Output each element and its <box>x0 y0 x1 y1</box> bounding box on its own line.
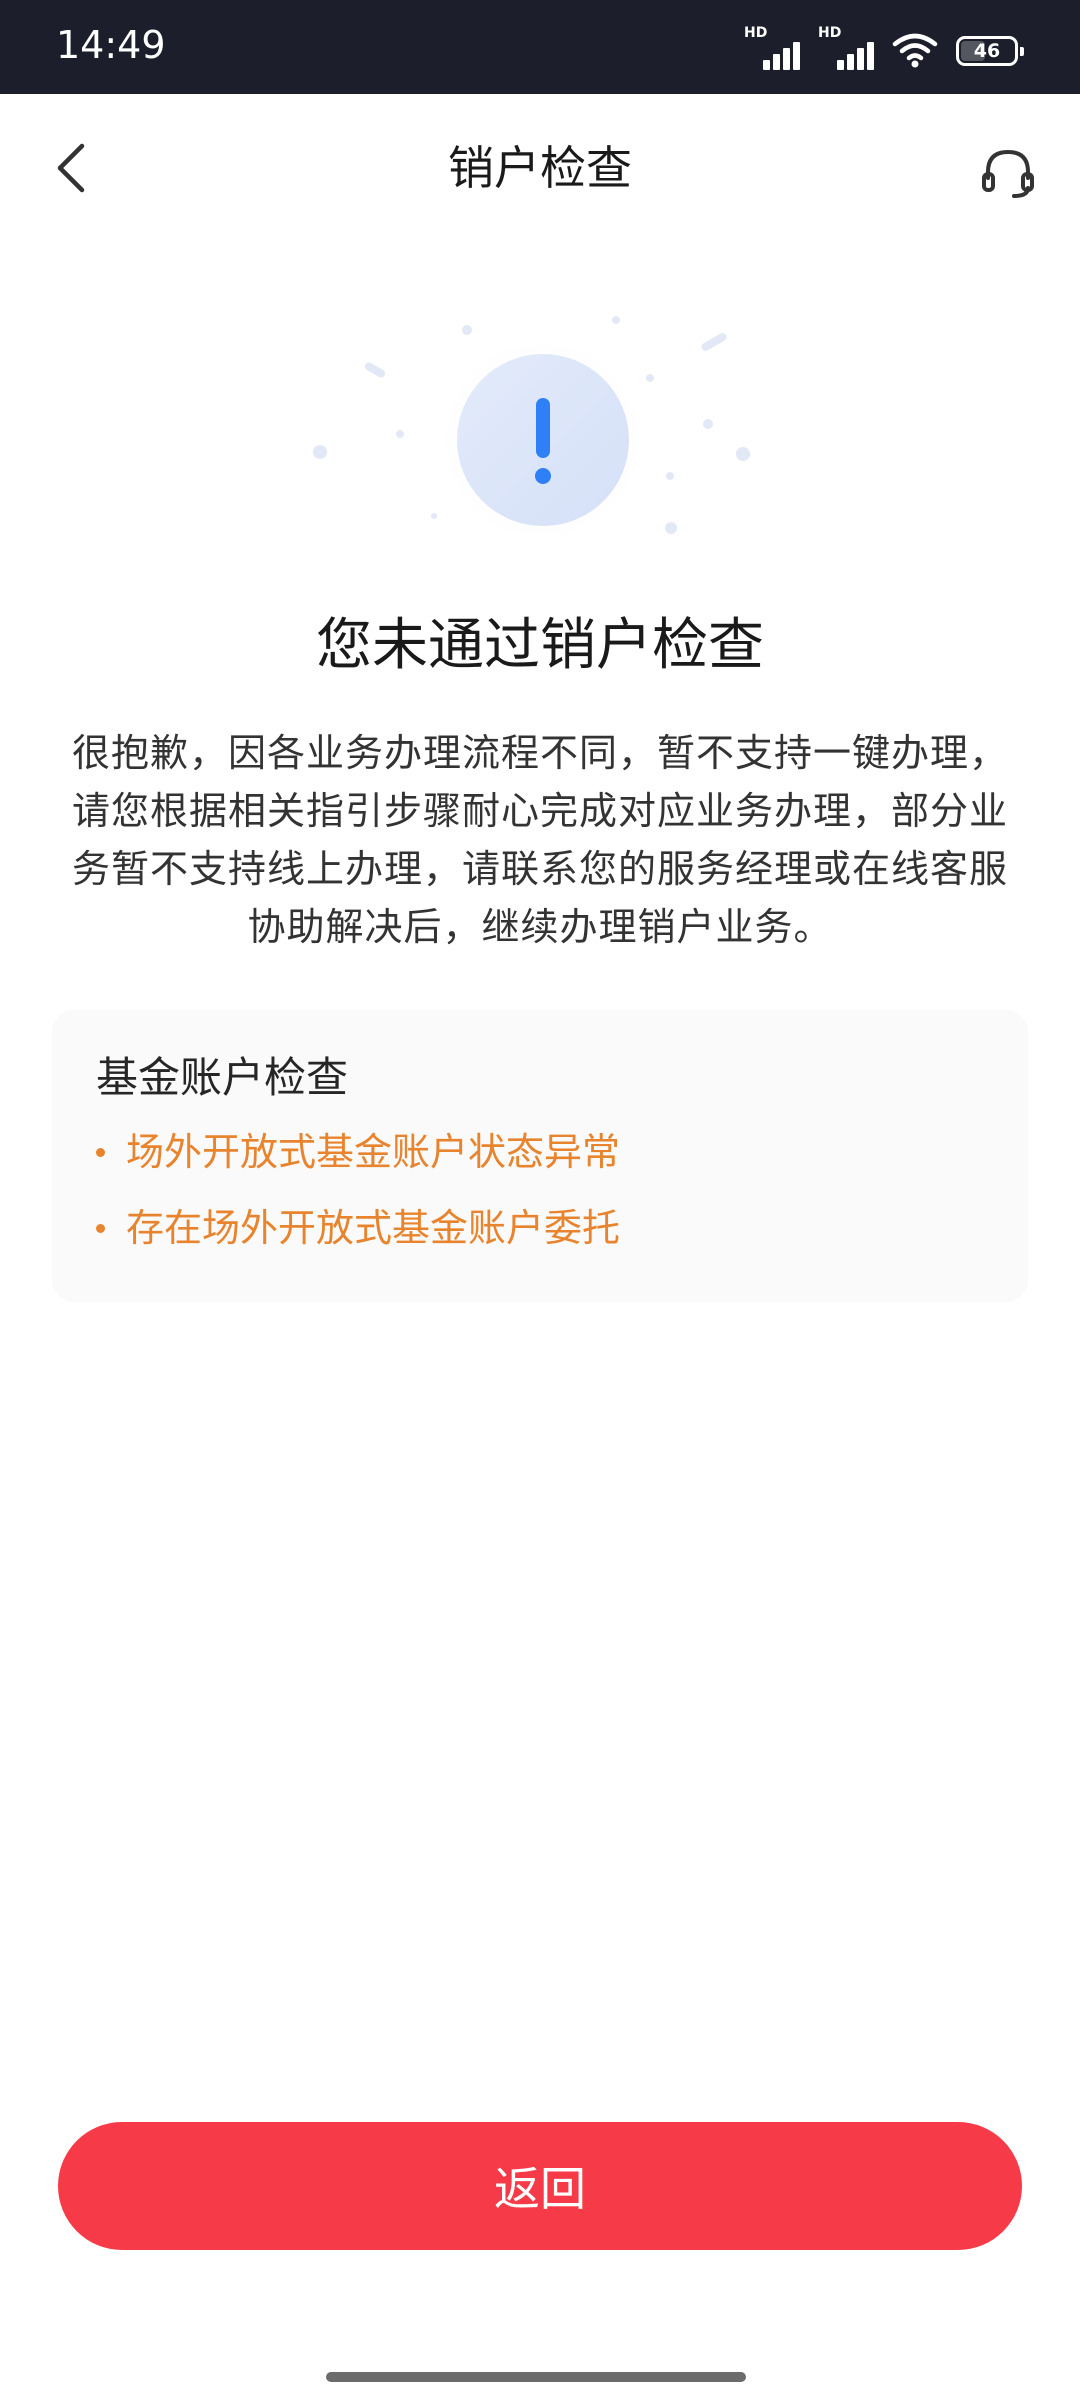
battery-level-text: 46 <box>973 39 1001 62</box>
status-icons: HD HD 46 <box>744 26 1024 70</box>
bullet-icon <box>96 1224 105 1233</box>
status-time: 14:49 <box>56 23 166 67</box>
headset-icon[interactable] <box>980 144 1036 200</box>
cellular-signal-icon: HD <box>818 26 874 70</box>
fund-account-check-card: 基金账户检查 场外开放式基金账户状态异常 存在场外开放式基金账户委托 <box>52 1010 1028 1302</box>
return-button[interactable]: 返回 <box>58 2122 1022 2250</box>
bullet-icon <box>96 1148 105 1157</box>
status-bar: 14:49 HD HD 46 <box>0 0 1080 94</box>
battery-icon: 46 <box>956 36 1024 66</box>
exclamation-icon <box>535 398 551 484</box>
check-item-text: 场外开放式基金账户状态异常 <box>126 1130 621 1174</box>
warning-illustration <box>313 316 750 555</box>
sim2-hd-label: HD <box>818 25 842 41</box>
sim1-hd-label: HD <box>744 25 768 41</box>
home-indicator[interactable] <box>326 2372 746 2382</box>
check-item: 场外开放式基金账户状态异常 <box>96 1124 984 1180</box>
nav-bar: 销户检查 <box>0 94 1080 242</box>
page-title: 销户检查 <box>448 141 632 195</box>
wifi-icon <box>892 33 938 68</box>
check-card-title: 基金账户检查 <box>96 1053 349 1102</box>
check-item-text: 存在场外开放式基金账户委托 <box>126 1206 621 1250</box>
result-description: 很抱歉，因各业务办理流程不同，暂不支持一键办理，请您根据相关指引步骤耐心完成对应… <box>71 731 1008 949</box>
result-title: 您未通过销户检查 <box>316 613 764 678</box>
cellular-signal-icon: HD <box>744 26 800 70</box>
check-item: 存在场外开放式基金账户委托 <box>96 1200 984 1256</box>
